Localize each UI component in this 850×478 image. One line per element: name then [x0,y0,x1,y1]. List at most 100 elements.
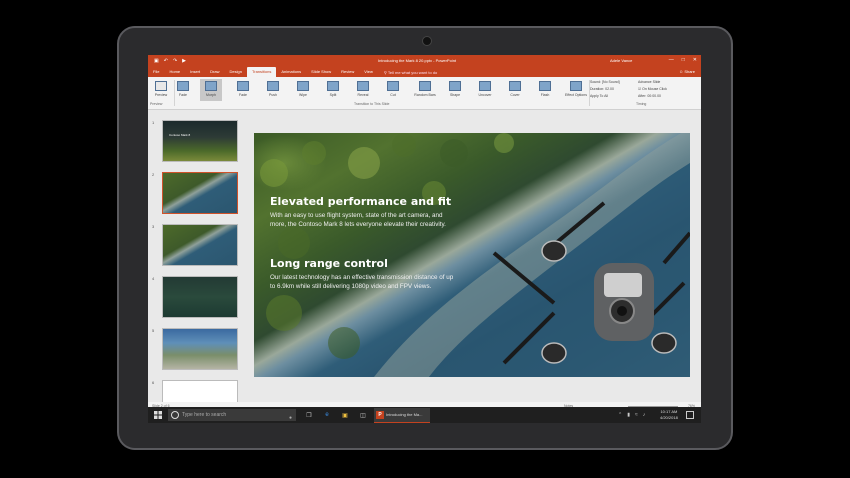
window-controls: — □ ✕ [669,57,697,63]
taskbar-search-box[interactable]: Type here to search ● [168,409,296,421]
flash-icon [539,81,551,91]
tell-me-search[interactable]: ⚲ Tell me what you want to do [384,70,437,75]
user-name[interactable]: Adele Vance [610,58,632,63]
slide-heading-2[interactable]: Long range control [270,257,388,270]
on-mouse-click-checkbox[interactable]: ☑ On Mouse Click [638,87,667,91]
sound-dropdown[interactable]: Sound: [No Sound] [590,80,620,84]
store-icon[interactable]: ◫ [358,410,368,420]
slide-heading-1[interactable]: Elevated performance and fit [270,195,451,208]
file-explorer-icon[interactable]: ▣ [340,410,350,420]
tell-me-label: Tell me what you want to do [387,69,438,75]
transition-cover[interactable]: Cover [504,79,526,101]
share-label: Share [684,69,695,74]
transition-shape[interactable]: Shape [444,79,466,101]
transition-label: Uncover [478,93,492,97]
tab-file[interactable]: File [148,67,164,77]
battery-icon[interactable]: ▮ [627,412,630,418]
slide-number: 1 [152,120,155,125]
tab-home[interactable]: Home [164,67,185,77]
search-placeholder: Type here to search [182,412,227,418]
wipe-icon [297,81,309,91]
tab-review[interactable]: Review [336,67,359,77]
transition-label: Reveal [357,93,369,97]
powerpoint-taskbar-button[interactable]: P Introducing the Ma... [374,408,430,423]
slide-thumbnail-2[interactable] [162,172,238,214]
slide-number: 4 [152,276,155,281]
effect-options-button[interactable]: Effect Options [564,79,588,101]
present-icon[interactable]: ▶ [182,58,186,64]
screen: ▣ ↶ ↷ ▶ Introducing the Mark 8 20.pptx -… [148,55,701,423]
transition-cut[interactable]: Cut [382,79,404,101]
transition-uncover[interactable]: Uncover [474,79,496,101]
transition-morph[interactable]: Morph [200,79,222,101]
chevron-up-icon[interactable]: ⌃ [618,412,622,418]
slide-thumbnail-4[interactable] [162,276,238,318]
transition-push[interactable]: Push [262,79,284,101]
apply-to-all-button[interactable]: Apply To All [590,94,608,98]
slide-canvas[interactable]: Elevated performance and fit With an eas… [254,133,690,377]
effect-options-label: Effect Options [565,93,587,97]
close-icon[interactable]: ✕ [693,57,697,63]
slide-number: 3 [152,224,155,229]
transition-label: Push [269,93,277,97]
tab-insert[interactable]: Insert [185,67,205,77]
tab-view[interactable]: View [359,67,378,77]
save-icon[interactable]: ▣ [154,58,159,64]
tab-draw[interactable]: Draw [205,67,224,77]
advance-slide-label: Advance Slide [638,80,661,84]
slide-thumbnails-pane: 1 Contoso Mark 8 2 3 4 5 6 [148,110,244,404]
microphone-icon[interactable]: ● [289,412,292,423]
task-view-icon[interactable]: ❒ [304,410,314,420]
slide-thumbnail-3[interactable] [162,224,238,266]
fade-icon [237,81,249,91]
group-label-transition: Transition to This Slide [354,102,390,106]
tab-animations[interactable]: Animations [276,67,306,77]
slide-thumbnail-5[interactable] [162,328,238,370]
tab-slide-show[interactable]: Slide Show [306,67,336,77]
after-input[interactable]: After: 00:00.00 [638,94,661,98]
tab-transitions[interactable]: Transitions [246,67,277,77]
effect-options-icon [570,81,582,91]
transition-label: Shape [449,93,461,97]
transition-split[interactable]: Split [322,79,344,101]
edge-icon[interactable]: e [322,410,332,420]
transition-fade-2[interactable]: Fade [232,79,254,101]
ribbon: Preview Fade Morph Fade Push Wipe Split … [148,77,701,110]
share-button[interactable]: ☺ Share [679,67,695,77]
preview-button[interactable]: Preview [150,79,172,101]
transition-wipe[interactable]: Wipe [292,79,314,101]
taskbar: Type here to search ● ❒ e ▣ ◫ P Introduc… [148,407,701,423]
redo-icon[interactable]: ↷ [173,58,177,64]
transition-label: Split [329,93,337,97]
maximize-icon[interactable]: □ [682,57,685,63]
group-label-preview: Preview [150,102,163,106]
transition-label: Morph [206,93,216,97]
transition-random-bars[interactable]: Random Bars [414,79,436,101]
slide-thumbnail-6[interactable] [162,380,238,404]
split-icon [327,81,339,91]
transition-label: Cut [390,93,396,97]
duration-input[interactable]: Duration: 02.00 [590,87,614,91]
quick-access-toolbar: ▣ ↶ ↷ ▶ [154,58,186,64]
powerpoint-icon: P [376,411,384,419]
volume-icon[interactable]: ♪ [643,412,646,418]
reveal-icon [357,81,369,91]
uncover-icon [479,81,491,91]
slide-thumbnail-1[interactable]: Contoso Mark 8 [162,120,238,162]
slide-body-1[interactable]: With an easy to use flight system, state… [270,211,460,229]
push-icon [267,81,279,91]
taskbar-clock[interactable]: 10:17 AM 4/20/2018 [660,409,678,421]
minimize-icon[interactable]: — [669,57,674,63]
aerial-photo [260,133,690,377]
transition-flash[interactable]: Flash [534,79,556,101]
notification-icon[interactable] [686,411,694,419]
transition-reveal[interactable]: Reveal [352,79,374,101]
tab-design[interactable]: Design [224,67,246,77]
transition-fade[interactable]: Fade [172,79,194,101]
slide-body-2[interactable]: Our latest technology has an effective t… [270,273,460,291]
wifi-icon[interactable]: ≈ [635,412,638,418]
clock-date: 4/20/2018 [660,415,678,420]
undo-icon[interactable]: ↶ [164,58,168,64]
windows-start-icon[interactable] [154,411,162,419]
group-label-timing: Timing [636,102,647,106]
